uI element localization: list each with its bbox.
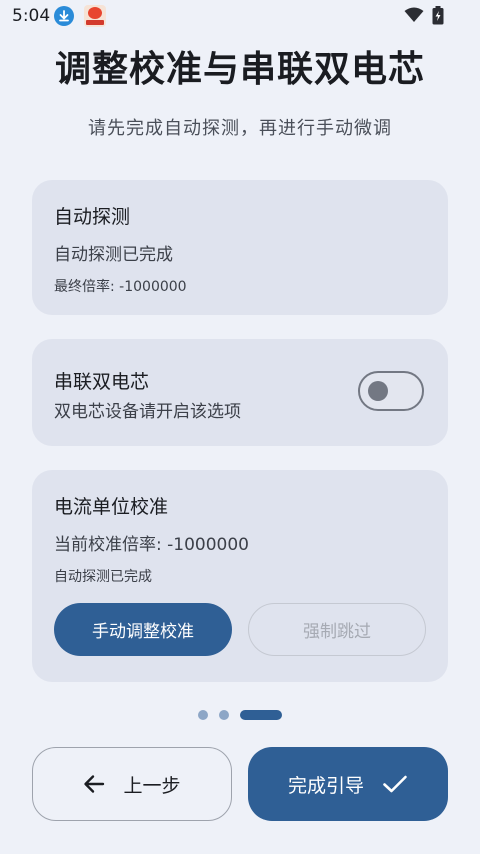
series-cell-description: 双电芯设备请开启该选项 — [54, 402, 241, 422]
download-icon — [54, 6, 74, 26]
page-indicator — [0, 709, 480, 721]
wifi-icon — [404, 7, 424, 27]
series-cell-title: 串联双电芯 — [54, 371, 150, 393]
page-dot-3-active — [240, 710, 282, 720]
current-calibration-status: 自动探测已完成 — [54, 569, 152, 585]
series-cell-toggle[interactable] — [358, 371, 424, 411]
current-calibration-title: 电流单位校准 — [54, 496, 169, 518]
app-notification-icon — [84, 5, 106, 27]
auto-detect-card: 自动探测 自动探测已完成 最终倍率: -1000000 — [32, 180, 448, 315]
auto-detect-status: 自动探测已完成 — [54, 245, 173, 265]
page-dot-1 — [198, 710, 208, 720]
current-calibration-card: 电流单位校准 当前校准倍率: -1000000 自动探测已完成 手动调整校准 强… — [32, 470, 448, 682]
current-ratio-text: 当前校准倍率: -1000000 — [54, 535, 249, 555]
status-bar: 5:04 — [0, 0, 480, 32]
checkmark-icon — [383, 775, 407, 793]
status-time: 5:04 — [12, 6, 51, 26]
toggle-knob — [368, 381, 388, 401]
auto-detect-title: 自动探测 — [54, 206, 131, 228]
manual-calibration-button[interactable]: 手动调整校准 — [54, 603, 232, 656]
previous-step-label: 上一步 — [123, 774, 181, 797]
page-dot-2 — [219, 710, 229, 720]
series-cell-card: 串联双电芯 双电芯设备请开启该选项 — [32, 339, 448, 446]
previous-step-button[interactable]: 上一步 — [32, 747, 232, 821]
page-subtitle: 请先完成自动探测，再进行手动微调 — [88, 118, 392, 139]
page-title: 调整校准与串联双电芯 — [54, 49, 425, 90]
battery-charging-icon — [432, 6, 444, 29]
finish-guide-button[interactable]: 完成引导 — [248, 747, 448, 821]
final-ratio-text: 最终倍率: -1000000 — [54, 279, 187, 295]
arrow-left-icon — [84, 775, 105, 793]
force-skip-button: 强制跳过 — [248, 603, 426, 656]
finish-guide-label: 完成引导 — [287, 774, 364, 797]
